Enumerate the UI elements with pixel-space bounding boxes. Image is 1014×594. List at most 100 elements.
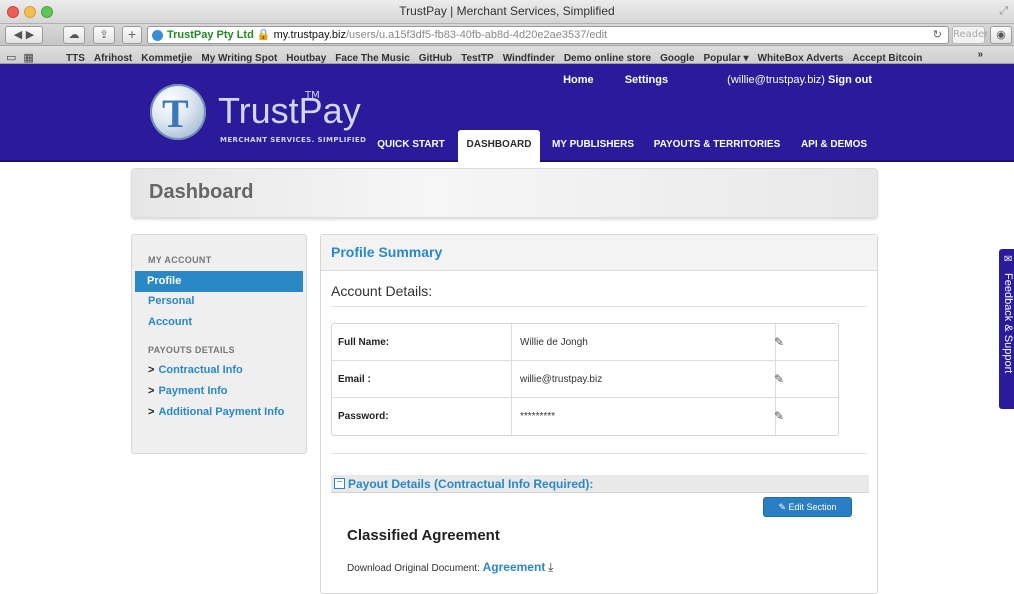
chevron-right-icon: >	[148, 385, 155, 397]
row-label: Email :	[338, 374, 371, 385]
browser-toolbar: ◀ ▶ ☁ ⇪ + TrustPay Pty Ltd 🔒 my.trustpay…	[0, 24, 1014, 46]
download-row: Download Original Document: Agreement ⤓	[347, 560, 553, 575]
row-value: *********	[520, 411, 556, 422]
account-details-table: Full Name: Willie de Jongh ✎ Email : wil…	[331, 323, 839, 436]
bookmark-list: TTS Afrihost Kommetjie My Writing Spot Houtb…	[66, 46, 931, 63]
sidebar-item-label: Payment Info	[158, 385, 228, 397]
sidebar-item-personal[interactable]: Personal	[148, 295, 194, 307]
row-label: Full Name:	[338, 337, 390, 348]
trustpay-logo-icon[interactable]: T	[150, 84, 206, 140]
sidebar-section-my-account: MY ACCOUNT	[148, 255, 212, 265]
settings-link[interactable]: Settings	[625, 74, 668, 86]
nav-dashboard[interactable]: DASHBOARD	[458, 130, 540, 162]
address-host: my.trustpay.biz	[273, 29, 346, 41]
bookmark-item[interactable]: Windfinder	[503, 50, 555, 63]
edit-section-button[interactable]: ✎ Edit Section	[763, 497, 852, 517]
address-path: /users/u.a15f3df5-fb83-40fb-ab8d-4d20e2a…	[345, 29, 608, 41]
bookmark-item[interactable]: Accept Bitcoin	[852, 50, 922, 63]
feedback-support-tab[interactable]: ✉ Feedback & Support	[999, 249, 1014, 409]
panel-header: Profile Summary	[321, 235, 877, 271]
row-value: willie@trustpay.biz	[520, 374, 603, 385]
classified-agreement-heading: Classified Agreement	[347, 527, 500, 544]
payout-details-title: Payout Details (Contractual Info Require…	[348, 477, 594, 491]
sidebar-item-label: Contractual Info	[158, 364, 243, 376]
sidebar: MY ACCOUNT Profile Personal Account PAYO…	[131, 234, 307, 454]
top-links: Home Settings (willie@trustpay.biz) Sign…	[535, 74, 872, 86]
page-title: Dashboard	[149, 181, 254, 203]
bookmark-item[interactable]: TTS	[66, 50, 85, 63]
edit-section-label: Edit Section	[788, 502, 837, 512]
ev-certificate-label[interactable]: TrustPay Pty Ltd	[167, 29, 254, 41]
nav-api-demos[interactable]: API & DEMOS	[795, 130, 873, 162]
account-details-heading: Account Details:	[331, 283, 433, 299]
window-title: TrustPay | Merchant Services, Simplified	[399, 4, 615, 18]
row-label: Password:	[338, 411, 389, 422]
bookmark-item[interactable]: Demo online store	[564, 50, 651, 63]
collapse-icon[interactable]: −	[334, 478, 345, 489]
site-favicon-icon	[152, 30, 163, 41]
bookmark-item[interactable]: WhiteBox Adverts	[758, 50, 844, 63]
sidebar-item-profile[interactable]: Profile	[135, 271, 303, 292]
table-row: Password: ********* ✎	[332, 398, 838, 435]
sign-out-link[interactable]: Sign out	[828, 74, 872, 86]
dashboard-header: Dashboard	[131, 168, 878, 218]
logo-tagline: MERCHANT SERVICES. SIMPLIFIED	[220, 136, 367, 144]
edit-icon[interactable]: ✎	[774, 335, 784, 349]
payout-details-header[interactable]: − Payout Details (Contractual Info Requi…	[331, 475, 869, 493]
share-icon[interactable]: ⇪	[93, 26, 115, 44]
edit-icon: ✎	[778, 502, 789, 512]
download-icon[interactable]: ⤓	[548, 560, 553, 574]
bookmark-item[interactable]: Kommetjie	[141, 50, 192, 63]
agreement-link[interactable]: Agreement	[483, 560, 546, 574]
window-titlebar: TrustPay | Merchant Services, Simplified…	[0, 0, 1014, 24]
bookmarks-overflow-button[interactable]: »	[977, 46, 983, 63]
fullscreen-icon[interactable]: ⤢	[999, 4, 1008, 18]
bookmark-item[interactable]: Popular ▾	[704, 50, 749, 63]
profile-summary-panel: Profile Summary Account Details: Full Na…	[320, 234, 878, 594]
row-value: Willie de Jongh	[520, 337, 588, 348]
sidebar-section-payouts: PAYOUTS DETAILS	[148, 345, 235, 355]
address-bar[interactable]: TrustPay Pty Ltd 🔒 my.trustpay.biz/users…	[147, 26, 949, 44]
reader-button[interactable]: Reader	[952, 26, 988, 44]
bookmark-tools-icons[interactable]: ▭ ▦	[0, 51, 66, 63]
edit-icon[interactable]: ✎	[774, 372, 784, 386]
bookmarks-bar: ▭ ▦ TTS Afrihost Kommetjie My Writing Spot Ho…	[0, 46, 1014, 64]
bookmark-item[interactable]: Google	[660, 50, 694, 63]
downloads-icon[interactable]: ◉	[990, 26, 1012, 44]
sidebar-item-contractual-info[interactable]: > Contractual Info	[148, 363, 298, 378]
panel-title: Profile Summary	[331, 244, 443, 260]
site-header: T TrustPay TM MERCHANT SERVICES. SIMPLIF…	[0, 64, 1014, 162]
lock-icon: 🔒	[253, 29, 274, 41]
nav-my-publishers[interactable]: MY PUBLISHERS	[547, 130, 639, 162]
table-row: Full Name: Willie de Jongh ✎	[332, 324, 838, 361]
new-tab-button[interactable]: +	[122, 26, 142, 44]
divider	[331, 453, 867, 454]
back-forward-buttons[interactable]: ◀ ▶	[5, 26, 43, 44]
nav-quick-start[interactable]: QUICK START	[367, 130, 455, 162]
table-row: Email : willie@trustpay.biz ✎	[332, 361, 838, 398]
nav-payouts-territories[interactable]: PAYOUTS & TERRITORIES	[649, 130, 785, 162]
download-label: Download Original Document:	[347, 563, 480, 574]
logo-wordmark[interactable]: TrustPay	[218, 90, 361, 132]
bookmark-item[interactable]: Face The Music	[335, 50, 409, 63]
icloud-tabs-icon[interactable]: ☁	[63, 26, 85, 44]
sidebar-item-payment-info[interactable]: > Payment Info	[148, 384, 298, 399]
user-email: (willie@trustpay.biz)	[727, 74, 825, 86]
sidebar-item-label: Additional Payment Info	[158, 406, 285, 418]
sidebar-item-account[interactable]: Account	[148, 316, 192, 328]
divider	[331, 306, 867, 307]
chevron-right-icon: >	[148, 364, 155, 376]
chevron-right-icon: >	[148, 406, 155, 418]
bookmark-item[interactable]: GitHub	[419, 50, 452, 63]
sidebar-item-additional-payment-info[interactable]: > Additional Payment Info	[148, 405, 298, 420]
feedback-icon: ✉	[1004, 254, 1013, 265]
home-link[interactable]: Home	[563, 74, 594, 86]
reload-icon[interactable]: ↻	[933, 27, 942, 43]
bookmark-item[interactable]: My Writing Spot	[201, 50, 277, 63]
bookmark-item[interactable]: Afrihost	[94, 50, 132, 63]
edit-icon[interactable]: ✎	[774, 409, 784, 423]
bookmark-item[interactable]: Houtbay	[286, 50, 326, 63]
bookmark-item[interactable]: TestTP	[461, 50, 494, 63]
feedback-label: Feedback & Support	[1002, 273, 1014, 374]
logo-trademark: TM	[305, 90, 320, 101]
